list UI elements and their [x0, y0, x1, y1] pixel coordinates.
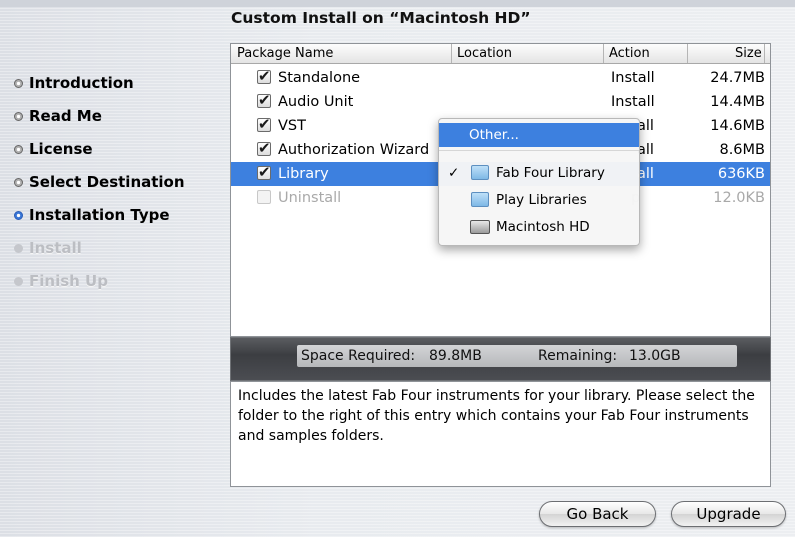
step-read-me: Read Me — [14, 105, 102, 127]
folder-icon — [471, 192, 489, 207]
package-checkbox[interactable] — [257, 90, 271, 110]
column-header-action[interactable]: Action — [609, 46, 650, 61]
package-size: 14.4MB — [710, 94, 765, 110]
folder-icon — [471, 165, 489, 180]
step-install: Install — [14, 237, 82, 259]
go-back-button[interactable]: Go Back — [539, 501, 656, 527]
package-name: Uninstall — [278, 190, 342, 206]
menu-item-other[interactable]: Other... — [439, 123, 639, 147]
table-header: Package Name Location Action Size — [231, 44, 770, 64]
window-top-edge — [0, 0, 795, 7]
package-name: Audio Unit — [278, 94, 354, 110]
package-size: 8.6MB — [719, 142, 765, 158]
column-divider[interactable] — [687, 44, 688, 63]
package-checkbox[interactable] — [257, 66, 271, 86]
step-label: Install — [29, 239, 82, 257]
table-row[interactable]: Standalone Install 24.7MB — [231, 66, 770, 90]
step-bullet-icon — [14, 111, 23, 121]
menu-item-label: Fab Four Library — [496, 165, 605, 181]
package-size: 12.0KB — [713, 190, 765, 206]
step-bullet-icon — [14, 276, 23, 286]
menu-item-label: Macintosh HD — [496, 219, 590, 235]
package-name: Library — [278, 166, 329, 182]
step-installation-type: Installation Type — [14, 204, 170, 226]
hard-disk-icon — [470, 220, 490, 234]
package-size: 14.6MB — [710, 118, 765, 134]
step-finish-up: Finish Up — [14, 270, 108, 292]
package-size: 24.7MB — [710, 70, 765, 86]
package-size: 636KB — [717, 166, 765, 182]
menu-item-label: Play Libraries — [496, 192, 587, 208]
step-label: Installation Type — [29, 206, 170, 224]
menu-item-play-libraries[interactable]: Play Libraries — [439, 188, 639, 212]
step-bullet-icon — [14, 78, 23, 88]
column-header-location[interactable]: Location — [457, 46, 512, 61]
space-required-value: 89.8MB — [429, 348, 482, 364]
step-label: Select Destination — [29, 173, 185, 191]
step-introduction: Introduction — [14, 72, 134, 94]
package-action: Install — [611, 94, 655, 110]
space-required-label: Space Required: — [301, 348, 416, 364]
package-checkbox[interactable] — [257, 138, 271, 158]
space-remaining-label: Remaining: — [538, 348, 618, 364]
column-header-size[interactable]: Size — [735, 46, 762, 61]
step-label: Introduction — [29, 74, 134, 92]
step-label: License — [29, 140, 93, 158]
menu-separator — [439, 150, 639, 151]
package-name: Authorization Wizard — [278, 142, 430, 158]
space-summary-bar: Space Required: 89.8MB Remaining: 13.0GB — [230, 337, 771, 381]
step-bullet-icon — [14, 243, 23, 253]
package-name: Standalone — [278, 70, 361, 86]
step-label: Finish Up — [29, 272, 108, 290]
menu-item-fab-four-library[interactable]: ✓ Fab Four Library — [439, 161, 639, 185]
step-select-destination: Select Destination — [14, 171, 185, 193]
upgrade-button[interactable]: Upgrade — [671, 501, 786, 527]
table-row[interactable]: Audio Unit Install 14.4MB — [231, 90, 770, 114]
space-remaining-value: 13.0GB — [629, 348, 681, 364]
location-popup-menu: Other... ✓ Fab Four Library Play Librari… — [438, 118, 640, 246]
page-title: Custom Install on “Macintosh HD” — [231, 9, 531, 27]
checkmark-icon: ✓ — [448, 165, 460, 181]
step-bullet-active-icon — [14, 210, 23, 220]
package-name: VST — [278, 118, 306, 134]
column-divider[interactable] — [603, 44, 604, 63]
step-bullet-icon — [14, 144, 23, 154]
package-action: Install — [611, 70, 655, 86]
menu-item-macintosh-hd[interactable]: Macintosh HD — [439, 215, 639, 239]
column-divider[interactable] — [451, 44, 452, 63]
column-header-package-name[interactable]: Package Name — [237, 46, 333, 61]
step-label: Read Me — [29, 107, 102, 125]
package-checkbox — [257, 190, 271, 204]
menu-item-label: Other... — [469, 127, 519, 143]
package-description: Includes the latest Fab Four instruments… — [230, 381, 771, 487]
column-divider — [764, 44, 765, 63]
package-checkbox[interactable] — [257, 114, 271, 134]
step-bullet-icon — [14, 177, 23, 187]
package-checkbox[interactable] — [257, 162, 271, 182]
step-license: License — [14, 138, 93, 160]
